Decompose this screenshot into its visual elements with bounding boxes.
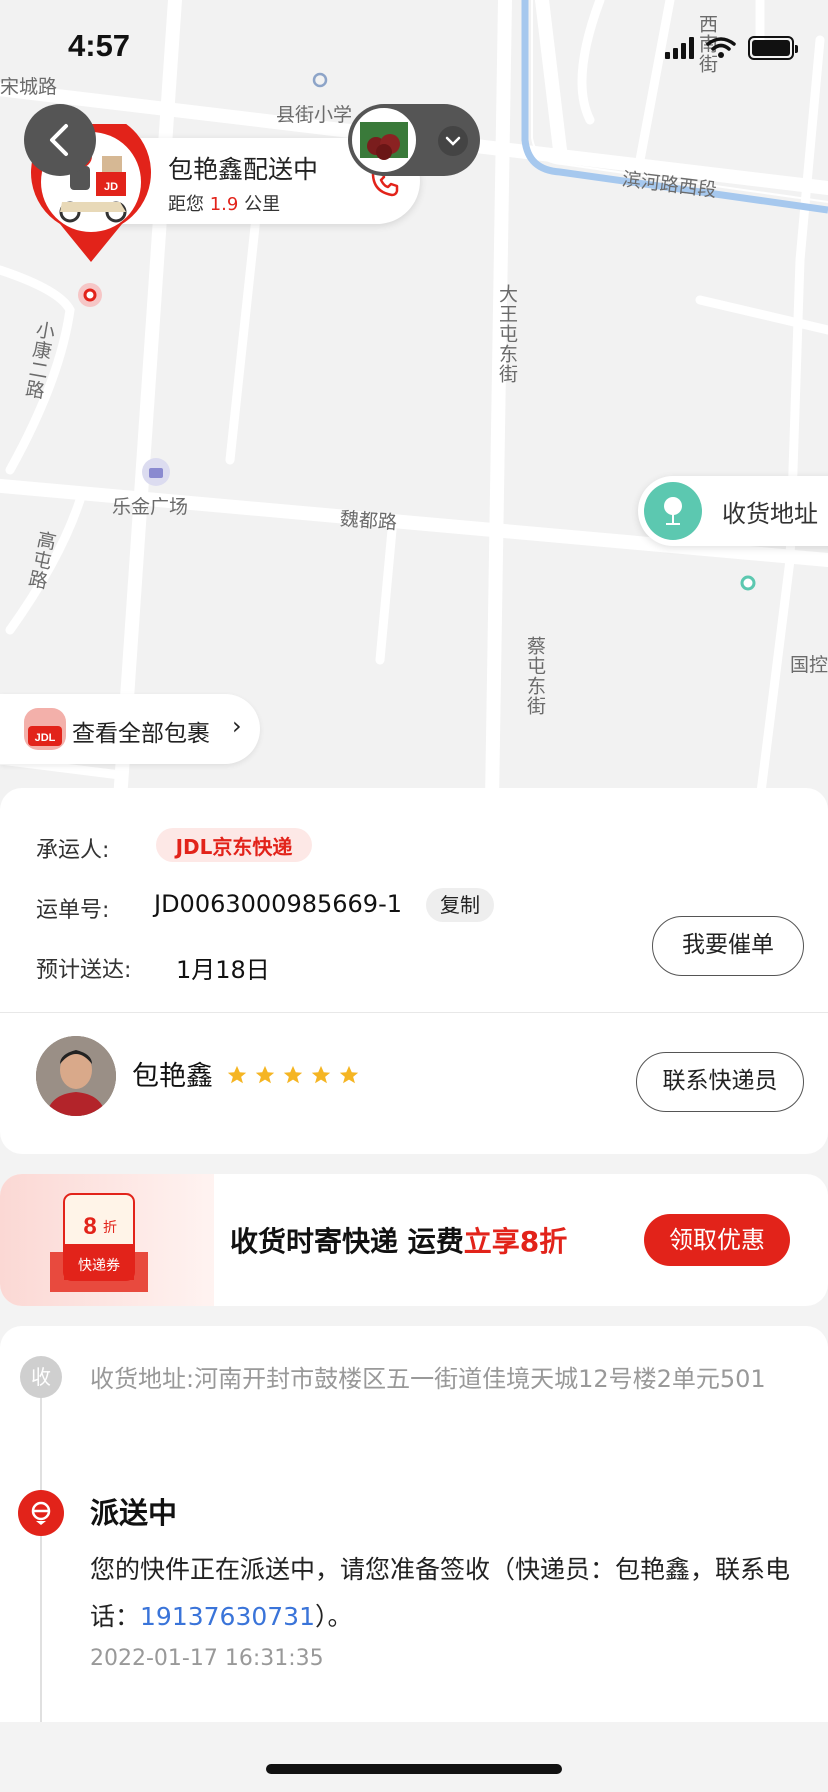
claim-discount-button[interactable]: 领取优惠: [644, 1214, 790, 1266]
coupon-icon: 8 折 快递券: [50, 1193, 148, 1292]
map-label-weidu-road: 魏都路: [339, 508, 398, 534]
coupon-value: 8: [83, 1213, 96, 1240]
product-thumbnail: [352, 108, 416, 172]
map-label-lejin-plaza: 乐金广场: [112, 496, 189, 518]
carrier-label: 承运人:: [36, 838, 110, 863]
star-icon: [339, 1065, 359, 1084]
view-all-packages-label: 查看全部包裹: [72, 721, 210, 747]
map-label-songcheng-road: 宋城路: [0, 76, 58, 98]
timeline-line: [40, 1366, 42, 1722]
view-all-packages-button[interactable]: JDL 查看全部包裹 ›: [0, 694, 260, 764]
divider: [0, 1012, 828, 1013]
distance-unit: 公里: [244, 194, 281, 215]
promo-text: 收货时寄快递 运费立享8折: [230, 1220, 567, 1260]
shipment-info-card: 承运人: JDL京东快递 运单号: JD0063000985669-1 复制 预…: [0, 788, 828, 1154]
jdl-package-icon: JDL: [24, 708, 66, 750]
map-label-xianjie-school: 县街小学: [276, 104, 353, 126]
battery-icon: [748, 36, 798, 60]
product-thumb-pill[interactable]: [348, 104, 480, 176]
signal-icon: [665, 37, 694, 59]
carrier-badge: JDL京东快递: [156, 828, 312, 862]
delivery-address-pin[interactable]: 收货地址: [638, 476, 828, 546]
status-icons: [665, 36, 798, 60]
location-pin-icon: [644, 482, 702, 540]
timeline-description: 您的快件正在派送中，请您准备签收（快递员：包艳鑫，联系电话：1913763073…: [90, 1546, 790, 1640]
copy-waybill-button[interactable]: 复制: [426, 888, 494, 922]
courier-avatar: [36, 1036, 116, 1116]
coupon-label: 快递券: [78, 1258, 120, 1274]
map-label-dawangtun-street: 大王屯东街: [496, 284, 518, 384]
chevron-left-icon: [50, 124, 68, 156]
star-icon: [311, 1065, 331, 1084]
wifi-icon: [706, 37, 736, 58]
timeline-status-title: 派送中: [90, 1496, 178, 1530]
waybill-number: JD0063000985669-1: [154, 890, 402, 918]
courier-name: 包艳鑫: [132, 1061, 213, 1092]
courier-status-title: 包艳鑫配送中: [168, 155, 319, 184]
timeline-desc-suffix: ）。: [314, 1602, 353, 1631]
delivery-address-pin-label: 收货地址: [722, 500, 818, 528]
star-icon: [255, 1065, 275, 1084]
timeline-timestamp: 2022-01-17 16:31:35: [90, 1646, 324, 1671]
contact-courier-button[interactable]: 联系快递员: [636, 1052, 804, 1112]
map-label-caitun-street: 蔡屯东街: [524, 636, 546, 716]
star-icon: [283, 1065, 303, 1084]
distance-value: 1.9: [209, 194, 239, 215]
status-time: 4:57: [68, 28, 131, 63]
chevron-right-icon: ›: [232, 712, 242, 740]
promo-banner[interactable]: 8 折 快递券 收货时寄快递 运费立享8折 领取优惠: [0, 1174, 828, 1306]
promo-text-highlight: 立享8折: [463, 1225, 568, 1258]
coupon-unit: 折: [103, 1220, 117, 1236]
distance-prefix: 距您: [168, 194, 204, 215]
eta-label: 预计送达:: [36, 958, 132, 983]
urge-delivery-button[interactable]: 我要催单: [652, 916, 804, 976]
waybill-label: 运单号:: [36, 898, 110, 923]
jdl-package-icon-text: JDL: [35, 732, 56, 744]
chevron-down-icon[interactable]: [438, 126, 468, 156]
courier-rating: [226, 1064, 360, 1086]
back-button[interactable]: [24, 104, 96, 176]
courier-phone-link[interactable]: 19137630731: [140, 1602, 315, 1631]
tracking-timeline: 收 收货地址:河南开封市鼓楼区五一街道佳境天城12号楼2单元501 派送中 您的…: [0, 1326, 828, 1722]
address-marker: 收: [20, 1356, 62, 1398]
eta-value: 1月18日: [176, 956, 270, 984]
courier-distance: 距您 1.9 公里: [168, 190, 280, 216]
timeline-address: 收货地址:河南开封市鼓楼区五一街道佳境天城12号楼2单元501: [90, 1365, 766, 1393]
promo-text-prefix: 收货时寄快递 运费: [230, 1225, 464, 1258]
map-label-guokong: 国控: [790, 654, 828, 676]
courier-pin-badge: JD: [104, 181, 118, 193]
home-indicator[interactable]: [266, 1764, 562, 1774]
delivering-icon: [18, 1490, 64, 1536]
star-icon: [227, 1065, 247, 1084]
